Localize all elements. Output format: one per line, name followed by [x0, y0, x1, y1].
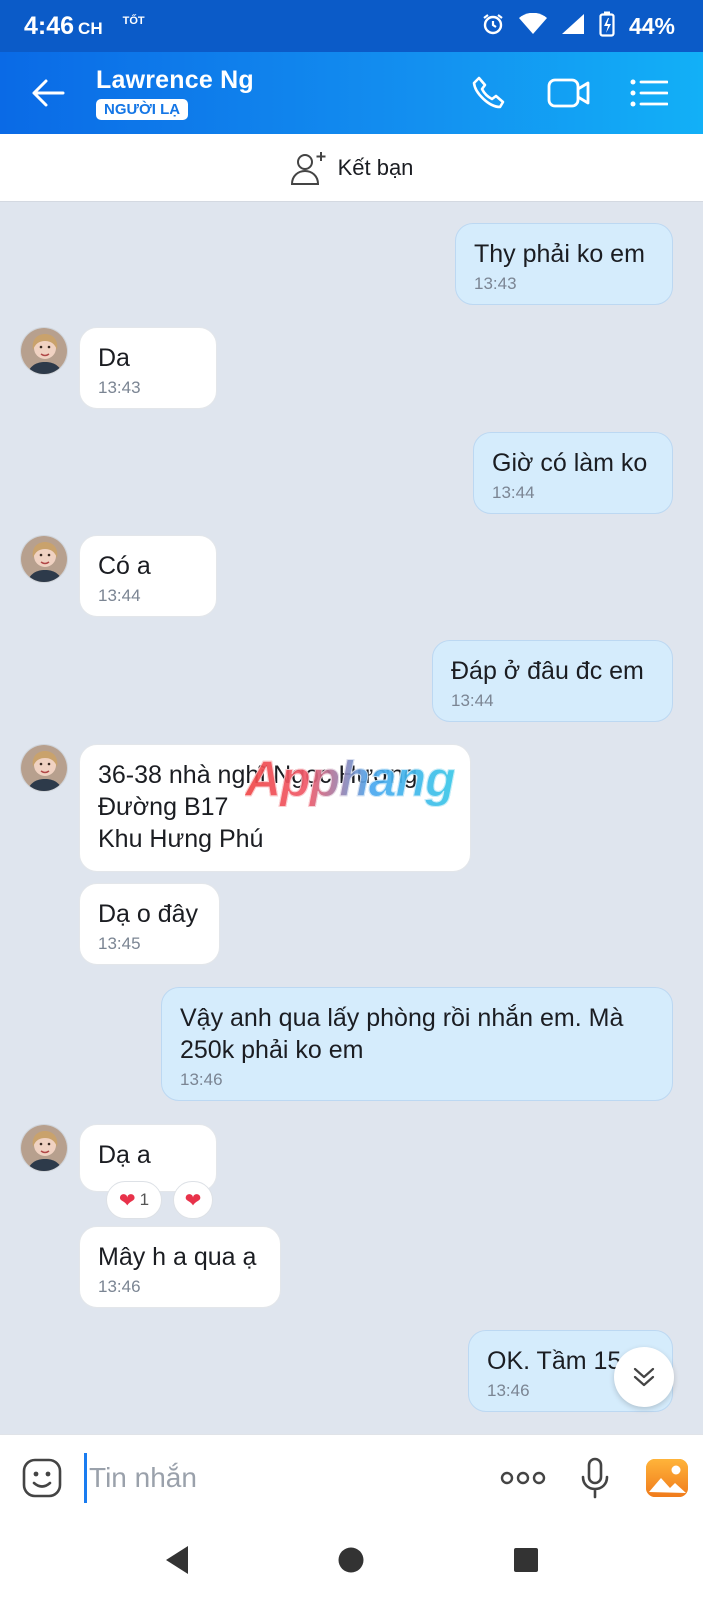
voice-message-button[interactable] — [559, 1435, 631, 1521]
message-text: Dạ o đây — [98, 900, 199, 928]
add-user-icon — [290, 151, 326, 185]
message-time: 13:43 — [98, 378, 141, 397]
watermark: Apphang — [245, 751, 457, 808]
react-button[interactable]: ❤ — [173, 1181, 213, 1219]
add-friend-button[interactable]: Kết bạn — [0, 134, 703, 202]
more-dots-icon — [500, 1471, 546, 1484]
microphone-icon — [581, 1457, 609, 1498]
message-input[interactable] — [84, 1452, 487, 1503]
avatar[interactable] — [20, 1124, 68, 1172]
avatar[interactable] — [20, 744, 68, 792]
avatar-photo — [21, 745, 67, 791]
send-image-button[interactable] — [631, 1435, 703, 1521]
message-list[interactable]: Thy phải ko em 13:43 Da 13:43 Giờ có làm… — [0, 202, 703, 1434]
status-bar: 4:46 CH TỐT 44% — [0, 0, 703, 52]
scroll-to-bottom-button[interactable] — [614, 1347, 674, 1407]
avatar-photo — [21, 328, 67, 374]
message-text: Vậy anh qua lấy phòng rồi nhắn em. Mà 25… — [180, 1004, 624, 1064]
message-time: 13:45 — [98, 934, 141, 953]
battery-percent: 44% — [628, 12, 675, 39]
message-text: Đáp ở đâu đc em — [451, 657, 644, 685]
outgoing-message[interactable]: Giờ có làm ko 13:44 — [473, 432, 673, 514]
outgoing-message[interactable]: Thy phải ko em 13:43 — [455, 223, 673, 305]
reaction-summary[interactable]: ❤ 1 — [106, 1181, 162, 1219]
reaction-count: 1 — [139, 1190, 150, 1209]
sticker-smile-icon — [22, 1458, 62, 1497]
message-text: Có a — [98, 552, 151, 580]
add-friend-label: Kết bạn — [337, 154, 414, 180]
stranger-badge: NGƯỜI LẠ — [96, 99, 189, 120]
battery-icon — [599, 11, 615, 42]
cell-signal-icon — [561, 13, 585, 40]
avatar[interactable] — [20, 535, 68, 583]
square-recents-icon — [513, 1548, 538, 1572]
more-options-button[interactable] — [487, 1435, 559, 1521]
message-text: Da — [98, 344, 130, 372]
back-button[interactable] — [0, 52, 96, 134]
incoming-message[interactable]: Da 13:43 — [79, 327, 217, 409]
nav-back-button[interactable] — [137, 1525, 217, 1595]
phone-icon — [472, 76, 505, 109]
avatar[interactable] — [20, 327, 68, 375]
avatar-photo — [21, 536, 67, 582]
message-time: 13:46 — [180, 1070, 223, 1089]
alarm-icon — [481, 12, 505, 41]
nav-home-button[interactable] — [311, 1525, 391, 1595]
chat-header: Lawrence Ng NGƯỜI LẠ — [0, 52, 703, 134]
image-gallery-icon — [646, 1458, 688, 1497]
message-time: 13:44 — [492, 483, 535, 502]
message-text: Dạ a — [98, 1141, 151, 1169]
status-time: 4:46 — [24, 11, 75, 40]
heart-icon: ❤ — [118, 1189, 136, 1212]
video-camera-icon — [547, 78, 590, 108]
message-time: 13:46 — [98, 1277, 141, 1296]
outgoing-message[interactable]: Đáp ở đâu đc em 13:44 — [432, 640, 673, 722]
back-arrow-icon — [32, 79, 65, 107]
triangle-back-icon — [166, 1546, 189, 1574]
double-chevron-down-icon — [633, 1367, 655, 1387]
list-menu-icon — [630, 79, 668, 107]
circle-home-icon — [338, 1547, 364, 1573]
avatar-photo — [21, 1125, 67, 1171]
message-text: Mây h a qua ạ — [98, 1243, 257, 1271]
nav-recents-button[interactable] — [486, 1525, 566, 1595]
system-nav-bar — [0, 1520, 703, 1600]
emoji-button[interactable] — [0, 1435, 84, 1521]
outgoing-message[interactable]: Vậy anh qua lấy phòng rồi nhắn em. Mà 25… — [161, 987, 673, 1101]
voice-call-button[interactable] — [449, 58, 529, 128]
heart-icon: ❤ — [184, 1189, 202, 1212]
contact-info[interactable]: Lawrence Ng NGƯỜI LẠ — [96, 66, 449, 120]
message-text: Thy phải ko em — [474, 240, 645, 268]
wifi-icon — [518, 12, 547, 40]
incoming-message[interactable]: Có a 13:44 — [79, 535, 217, 617]
options-menu-button[interactable] — [609, 58, 689, 128]
message-time: 13:44 — [98, 586, 141, 605]
incoming-message[interactable]: Dạ o đây 13:45 — [79, 883, 220, 965]
video-call-button[interactable] — [529, 58, 609, 128]
message-text: Giờ có làm ko — [492, 449, 648, 477]
status-ampm: CH — [78, 18, 103, 38]
contact-name: Lawrence Ng — [96, 66, 254, 94]
composer-bar — [0, 1434, 703, 1520]
message-time: 13:44 — [451, 691, 494, 710]
incoming-message[interactable]: Mây h a qua ạ 13:46 — [79, 1226, 281, 1308]
network-tag: TỐT — [122, 15, 145, 27]
message-time: 13:43 — [474, 274, 517, 293]
